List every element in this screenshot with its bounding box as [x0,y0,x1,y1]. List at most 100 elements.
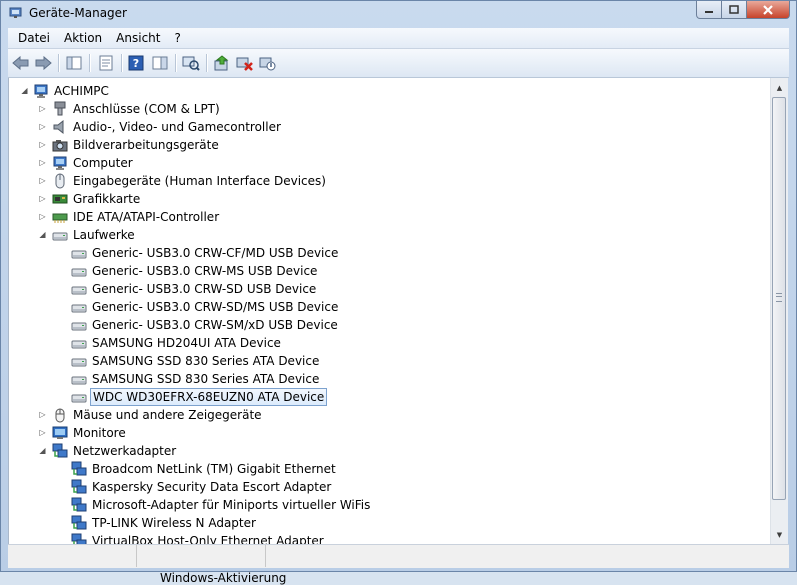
expanded-arrow-icon[interactable]: ◢ [38,230,47,239]
tree-device[interactable]: TP-LINK Wireless N Adapter [9,514,769,532]
background-window-text: Windows-Aktivierung [160,571,287,585]
drive-icon [71,268,87,277]
forward-button[interactable] [34,54,52,72]
menu-ansicht[interactable]: Ansicht [109,31,167,45]
collapsed-arrow-icon[interactable]: ▷ [38,428,47,437]
tree-device-label: Kaspersky Security Data Escort Adapter [92,480,332,494]
tree-device[interactable]: Generic- USB3.0 CRW-MS USB Device [9,262,769,280]
close-button[interactable] [747,1,790,19]
tree-category[interactable]: ◢ Laufwerke [9,226,769,244]
scroll-grip-icon [776,293,782,302]
tree-category[interactable]: ▷ Computer [9,154,769,172]
tree-category[interactable]: ▷ Grafikkarte [9,190,769,208]
scan-hardware-icon [182,56,200,71]
collapsed-arrow-icon[interactable]: ▷ [38,158,47,167]
toolbar-separator [175,54,177,72]
show-hide-console-tree-button[interactable] [65,54,83,72]
tree-device[interactable]: Generic- USB3.0 CRW-SD USB Device [9,280,769,298]
tree-device-label: SAMSUNG SSD 830 Series ATA Device [92,372,320,386]
tree-device[interactable]: SAMSUNG SSD 830 Series ATA Device [9,370,769,388]
status-pane [266,545,789,567]
tree-device[interactable]: VirtualBox Host-Only Ethernet Adapter [9,532,769,544]
tree-category[interactable]: ▷ IDE ATA/ATAPI-Controller [9,208,769,226]
drive-icon [71,250,87,259]
hid-icon [55,173,65,189]
forward-icon [35,56,52,70]
tree-category[interactable]: ◢ Netzwerkadapter [9,442,769,460]
tree-device-label: Generic- USB3.0 CRW-MS USB Device [92,264,318,278]
scrollbar-thumb[interactable] [772,97,786,500]
tree-category[interactable]: ▷ Bildverarbeitungsgeräte [9,136,769,154]
menu-bar: Datei Aktion Ansicht ? [8,28,789,49]
update-driver-icon [214,55,229,71]
tree-category-label: Mäuse und andere Zeigegeräte [73,408,262,422]
tree-device[interactable]: Microsoft-Adapter für Miniports virtuell… [9,496,769,514]
uninstall-button[interactable] [236,54,254,72]
title-bar[interactable]: Geräte-Manager [1,1,796,27]
network-icon [71,533,87,544]
tree-device-label: SAMSUNG SSD 830 Series ATA Device [92,354,320,368]
status-pane [8,545,137,567]
tree-device-label: SAMSUNG HD204UI ATA Device [92,336,281,350]
help-icon: ? [128,55,144,71]
tree-device[interactable]: Generic- USB3.0 CRW-SM/xD USB Device [9,316,769,334]
tree-root-label: ACHIMPC [54,84,109,98]
svg-text:?: ? [133,57,139,70]
action-pane-button[interactable] [151,54,169,72]
status-bar [8,544,789,568]
tree-category-label: Grafikkarte [73,192,141,206]
menu-help[interactable]: ? [167,31,187,45]
expanded-arrow-icon[interactable]: ◢ [20,86,29,95]
network-icon [71,515,87,530]
tree-category[interactable]: ▷ Eingabegeräte (Human Interface Devices… [9,172,769,190]
collapsed-arrow-icon[interactable]: ▷ [38,410,47,419]
port-icon [54,101,66,116]
tree-device[interactable]: Kaspersky Security Data Escort Adapter [9,478,769,496]
update-driver-button[interactable] [213,54,231,72]
menu-datei[interactable]: Datei [8,31,57,45]
collapsed-arrow-icon[interactable]: ▷ [38,104,47,113]
tree-device[interactable]: Generic- USB3.0 CRW-SD/MS USB Device [9,298,769,316]
tree-category[interactable]: ▷ Anschlüsse (COM & LPT) [9,100,769,118]
caption-buttons [696,1,790,20]
collapsed-arrow-icon[interactable]: ▷ [38,176,47,185]
collapsed-arrow-icon[interactable]: ▷ [38,194,47,203]
tree-device[interactable]: Broadcom NetLink (TM) Gigabit Ethernet [9,460,769,478]
expanded-arrow-icon[interactable]: ◢ [38,446,47,455]
tree-device[interactable]: SAMSUNG SSD 830 Series ATA Device [9,352,769,370]
collapsed-arrow-icon[interactable]: ▷ [38,212,47,221]
collapsed-arrow-icon[interactable]: ▷ [38,140,47,149]
back-icon [12,56,29,70]
tree-category[interactable]: ▷ Mäuse und andere Zeigegeräte [9,406,769,424]
menu-aktion[interactable]: Aktion [57,31,109,45]
tree-category-label: Netzwerkadapter [73,444,177,458]
scroll-up-arrow-icon[interactable]: ▲ [771,79,788,96]
collapsed-arrow-icon[interactable]: ▷ [38,122,47,131]
tree-device-label: TP-LINK Wireless N Adapter [92,516,256,530]
tree-root[interactable]: ◢ ACHIMPC [9,82,769,100]
toolbar: ? [8,49,789,78]
vertical-scrollbar[interactable]: ▲ ▼ [770,78,788,544]
computer-icon [53,156,67,170]
scan-hardware-button[interactable] [182,54,200,72]
tree-device[interactable]: WDC WD30EFRX-68EUZN0 ATA Device [9,388,769,406]
properties-button[interactable] [97,54,115,72]
tree-category[interactable]: ▷ Monitore [9,424,769,442]
ide-controller-icon [52,213,68,223]
device-manager-icon [9,7,22,18]
tree-device[interactable]: SAMSUNG HD204UI ATA Device [9,334,769,352]
toolbar-separator [58,54,60,72]
minimize-button[interactable] [696,1,722,19]
device-tree[interactable]: ◢ ACHIMPC ▷ Anschlüsse (COM & LPT) ▷ Aud… [8,78,771,544]
maximize-button[interactable] [722,1,747,19]
tree-category[interactable]: ▷ Audio-, Video- und Gamecontroller [9,118,769,136]
back-button[interactable] [12,54,30,72]
minimize-icon [705,10,713,13]
properties-icon [99,55,113,71]
tree-category-label: Eingabegeräte (Human Interface Devices) [73,174,326,188]
tree-device[interactable]: Generic- USB3.0 CRW-CF/MD USB Device [9,244,769,262]
enable-device-button[interactable] [259,54,277,72]
scroll-down-arrow-icon[interactable]: ▼ [771,526,788,543]
network-icon [71,479,87,494]
help-button[interactable]: ? [127,54,145,72]
